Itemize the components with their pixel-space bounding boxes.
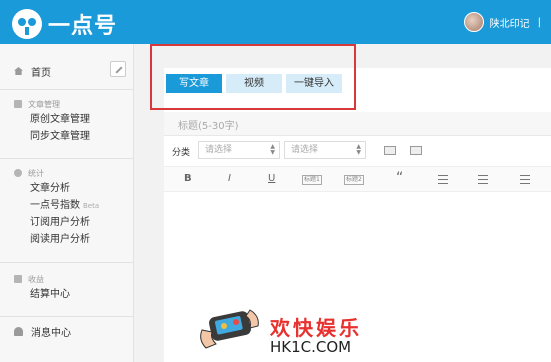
title-field[interactable]: 标题(5-30字)	[164, 112, 551, 136]
heading2-button[interactable]: 标题2	[344, 175, 364, 185]
group-title: 收益	[28, 274, 44, 284]
underline-button[interactable]: U	[268, 173, 275, 184]
divider	[0, 316, 134, 317]
unordered-list-icon[interactable]	[478, 175, 488, 184]
group-title: 文章管理	[28, 99, 60, 109]
divider	[0, 262, 134, 263]
brand-logo[interactable]: 一点号	[12, 8, 117, 40]
stepper-arrows-icon: ▲ ▼	[270, 143, 275, 156]
image-icon[interactable]	[384, 146, 396, 155]
group-revenue: 收益 结算中心	[0, 272, 134, 303]
sidebar-item-synced-articles[interactable]: 同步文章管理	[0, 128, 134, 145]
sidebar: 首页 文章管理 原创文章管理 同步文章管理 统计 文章分析 一点号指数 Beta …	[0, 44, 134, 362]
category-row: 分类 请选择 ▲ ▼ 请选择 ▲ ▼	[164, 138, 551, 164]
category-select-secondary[interactable]: 请选择 ▲ ▼	[284, 141, 366, 159]
brand-name: 一点号	[48, 14, 118, 39]
group-article-management: 文章管理 原创文章管理 同步文章管理	[0, 97, 134, 145]
sidebar-item-original-articles[interactable]: 原创文章管理	[0, 111, 134, 128]
group-header: 文章管理	[0, 97, 134, 111]
yen-icon	[14, 275, 22, 283]
top-header: 一点号 陕北印记 |	[0, 0, 551, 44]
user-menu[interactable]: 陕北印记 |	[463, 12, 541, 32]
group-header: 收益	[0, 272, 134, 286]
stepper-arrows-icon: ▲ ▼	[356, 143, 361, 156]
logo-mascot-icon	[12, 9, 42, 39]
category-select-primary[interactable]: 请选择 ▲ ▼	[198, 141, 280, 159]
sidebar-item-article-analysis[interactable]: 文章分析	[0, 180, 134, 197]
compose-icon[interactable]	[110, 61, 126, 77]
highlight-box	[150, 44, 356, 110]
watermark-title: 欢快娱乐	[270, 316, 362, 340]
select-placeholder: 请选择	[291, 145, 319, 155]
align-icon[interactable]	[520, 175, 530, 184]
sidebar-item-index[interactable]: 一点号指数 Beta	[0, 197, 134, 214]
document-icon	[14, 100, 22, 108]
editor-toolbar: B I U 标题1 标题2 “	[164, 166, 551, 192]
beta-badge: Beta	[83, 202, 100, 210]
divider	[0, 158, 134, 159]
sidebar-item-label: 首页	[31, 67, 51, 79]
sidebar-item-reader-analysis[interactable]: 阅读用户分析	[0, 231, 134, 248]
avatar[interactable]	[463, 12, 484, 32]
sidebar-item-settlement[interactable]: 结算中心	[0, 286, 134, 303]
watermark-url: HK1C.COM	[270, 338, 352, 356]
sidebar-item-home[interactable]: 首页	[0, 62, 51, 80]
bold-button[interactable]: B	[184, 173, 192, 184]
user-name[interactable]: 陕北印记	[490, 15, 530, 30]
group-statistics: 统计 文章分析 一点号指数 Beta 订阅用户分析 阅读用户分析	[0, 166, 134, 248]
italic-button[interactable]: I	[228, 173, 231, 184]
page: 一点号 陕北印记 | 首页 文章管理 原创文章管理 同步文章管理 统计 文章分析…	[0, 0, 551, 362]
divider	[0, 89, 134, 90]
group-title: 统计	[28, 168, 44, 178]
gallery-icon[interactable]	[410, 146, 422, 155]
clock-icon	[14, 169, 22, 177]
bell-icon	[14, 326, 23, 336]
heading1-button[interactable]: 标题1	[302, 175, 322, 185]
title-placeholder: 标题(5-30字)	[178, 121, 239, 132]
sidebar-item-subscriber-analysis[interactable]: 订阅用户分析	[0, 214, 134, 231]
select-placeholder: 请选择	[205, 145, 233, 155]
category-label: 分类	[172, 148, 191, 158]
gamepad-hands-watermark-icon	[200, 309, 259, 349]
ordered-list-icon[interactable]	[438, 175, 448, 184]
sidebar-item-label: 消息中心	[31, 327, 71, 339]
user-separator: |	[537, 16, 541, 28]
home-icon	[14, 67, 23, 75]
quote-button[interactable]: “	[396, 170, 403, 186]
group-header: 统计	[0, 166, 134, 180]
sidebar-item-messages[interactable]: 消息中心	[0, 322, 71, 340]
sidebar-item-label: 一点号指数	[30, 200, 80, 211]
